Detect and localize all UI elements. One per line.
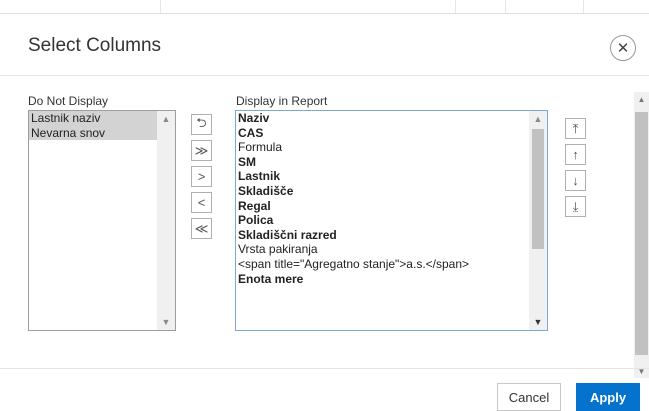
scroll-thumb[interactable]: [532, 129, 544, 249]
list-item[interactable]: Formula: [236, 140, 547, 155]
scroll-down-arrow-icon[interactable]: ▼: [157, 314, 175, 330]
arrow-to-bottom-icon: ⤓: [572, 198, 579, 214]
move-down-button[interactable]: ↓: [565, 170, 586, 191]
list-item[interactable]: Enota mere: [236, 272, 547, 287]
scroll-thumb[interactable]: [635, 112, 648, 355]
scroll-up-arrow-icon[interactable]: ▲: [634, 92, 649, 106]
double-chevron-left-icon: ≪: [194, 220, 209, 236]
double-chevron-right-icon: ≫: [194, 142, 209, 158]
chevron-right-icon: >: [197, 169, 206, 184]
arrow-up-icon: ↑: [572, 147, 579, 162]
reset-icon: ⮌: [196, 114, 207, 130]
move-bottom-button[interactable]: ⤓: [565, 196, 586, 217]
list-item[interactable]: Lastnik: [236, 169, 547, 184]
move-top-button[interactable]: ⤒: [565, 118, 586, 139]
display-in-report-label: Display in Report: [236, 94, 328, 108]
scroll-down-arrow-icon[interactable]: ▼: [634, 364, 649, 378]
footer-divider: [0, 368, 649, 369]
arrow-down-icon: ↓: [572, 173, 579, 188]
display-in-report-list[interactable]: Naziv CAS Formula SM Lastnik Skladišče Regal Po…: [235, 110, 548, 331]
background-report-strip: [0, 0, 649, 14]
cancel-button[interactable]: Cancel: [497, 383, 561, 411]
list-item[interactable]: <span title="Agregatno stanje">a.s.</spa…: [236, 257, 547, 272]
dialog-body-scrollbar[interactable]: ▲ ▼: [634, 92, 649, 378]
do-not-display-label: Do Not Display: [28, 94, 109, 108]
list-item[interactable]: Nevarna snov: [29, 125, 175, 141]
list-item[interactable]: Naziv: [236, 111, 547, 126]
list-scrollbar[interactable]: ▲ ▼: [157, 111, 175, 330]
do-not-display-list[interactable]: Lastnik naziv Nevarna snov ▲ ▼: [28, 110, 176, 331]
chevron-left-icon: <: [197, 195, 206, 210]
move-all-button[interactable]: ≫: [191, 140, 212, 161]
column-divider: [583, 0, 584, 13]
scroll-down-arrow-icon[interactable]: ▼: [529, 314, 547, 330]
column-divider: [505, 0, 506, 13]
list-item[interactable]: SM: [236, 155, 547, 170]
list-item[interactable]: Polica: [236, 213, 547, 228]
reset-button[interactable]: ⮌: [191, 114, 212, 135]
list-item[interactable]: Lastnik naziv: [29, 111, 175, 126]
list-item[interactable]: Regal: [236, 199, 547, 214]
list-item[interactable]: Skladiščni razred: [236, 228, 547, 243]
scroll-up-arrow-icon[interactable]: ▲: [529, 111, 547, 127]
move-button[interactable]: >: [191, 166, 212, 187]
list-item[interactable]: Skladišče: [236, 184, 547, 199]
select-columns-dialog: Select Columns ✕ Do Not Display Lastnik …: [0, 15, 649, 411]
close-icon: ✕: [616, 40, 630, 57]
column-divider: [455, 0, 456, 13]
apply-button[interactable]: Apply: [576, 383, 640, 411]
dialog-title: Select Columns: [28, 35, 162, 56]
dialog-body: Do Not Display Lastnik naziv Nevarna snov…: [0, 76, 649, 378]
scroll-up-arrow-icon[interactable]: ▲: [157, 111, 175, 127]
close-button[interactable]: ✕: [610, 35, 636, 61]
strip-bottom-line: [0, 13, 649, 14]
move-up-button[interactable]: ↑: [565, 144, 586, 165]
list-item[interactable]: CAS: [236, 126, 547, 141]
list-item[interactable]: Vrsta pakiranja: [236, 242, 547, 257]
remove-button[interactable]: <: [191, 192, 212, 213]
arrow-to-top-icon: ⤒: [572, 120, 579, 136]
column-divider: [160, 0, 161, 13]
list-scrollbar[interactable]: ▲ ▼: [529, 111, 547, 330]
remove-all-button[interactable]: ≪: [191, 218, 212, 239]
